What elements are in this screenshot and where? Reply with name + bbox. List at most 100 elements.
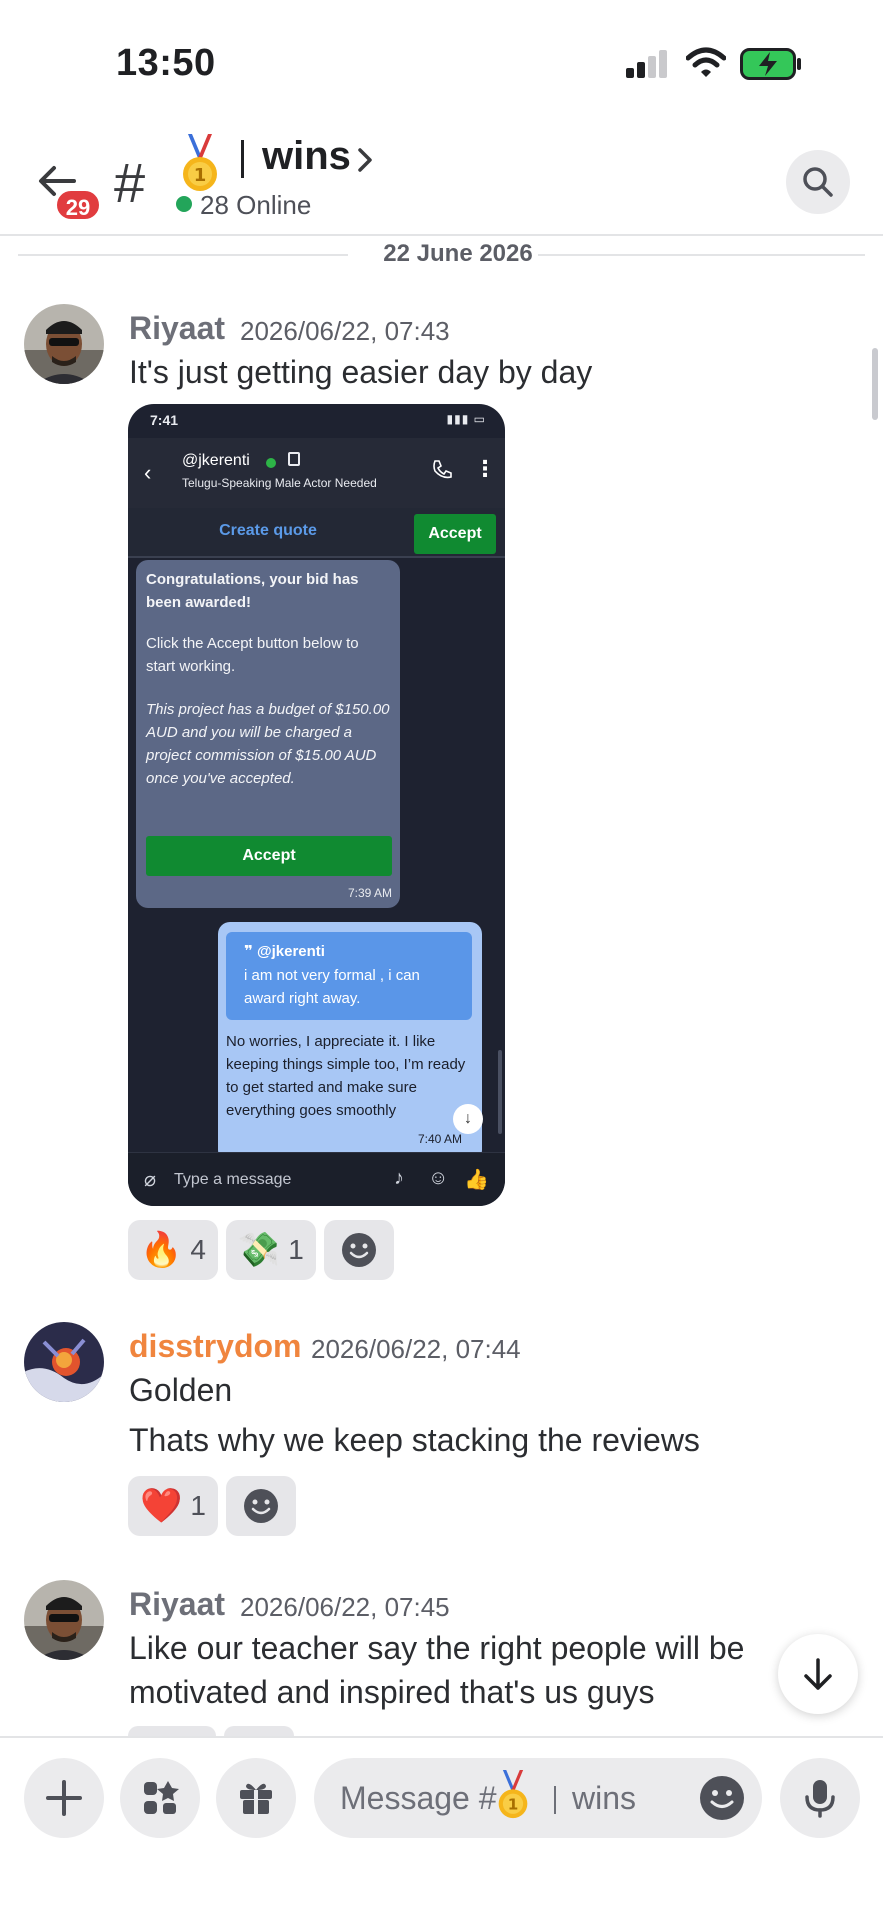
attachment-quote-text: i am not very formal , i can award right…	[244, 967, 420, 1007]
add-reaction-button[interactable]	[323, 1220, 394, 1280]
add-reaction-icon	[341, 1233, 376, 1267]
attachment-paperclip-icon: ⌀	[144, 1169, 157, 1191]
money-with-wings-icon: 💸	[237, 1231, 281, 1269]
online-status-dot	[176, 196, 192, 212]
attachment-accept-top: Accept	[414, 514, 496, 554]
reaction-count: 1	[288, 1234, 304, 1265]
search-icon	[803, 167, 833, 197]
attachment-status-time: 7:41	[150, 412, 179, 428]
svg-text:1: 1	[194, 165, 207, 186]
first-place-medal-icon: 1	[183, 134, 217, 191]
channel-header: 29 # 1 wins 28 Online	[0, 120, 883, 236]
message-timestamp: 2026/06/22, 07:44	[311, 1334, 521, 1364]
quote-mark-icon: ❞	[244, 943, 257, 960]
message-composer: Message # 1 wins	[0, 1736, 883, 1920]
jump-to-latest-button[interactable]	[778, 1634, 858, 1714]
image-attachment[interactable]: 7:41 ▮▮▮ ▭ ‹ @jkerenti Telugu-Speaking M…	[128, 404, 505, 1206]
attachment-status-icons: ▮▮▮ ▭	[446, 412, 486, 426]
attachment-scroll-down-icon: ↓	[453, 1104, 483, 1134]
placeholder-separator	[554, 1786, 556, 1814]
message-input[interactable]: Message # 1 wins	[314, 1758, 762, 1838]
attachment-more-icon: ⋮	[474, 456, 496, 481]
message-text: It's just getting easier day by day	[129, 354, 593, 390]
reaction-red-heart[interactable]: ❤️ 1	[128, 1476, 218, 1536]
emoji-picker-icon[interactable]	[700, 1776, 744, 1820]
message-timestamp: 2026/06/22, 07:43	[240, 316, 450, 346]
message-timestamp: 2026/06/22, 07:45	[240, 1592, 450, 1622]
first-place-medal-icon: 1	[498, 1770, 528, 1819]
attachment-username: @jkerenti	[182, 452, 250, 469]
attachment-online-dot	[264, 456, 278, 470]
battery-charging-icon	[740, 48, 801, 80]
date-divider: 22 June 2026	[18, 238, 865, 272]
message-author[interactable]: disstrydom	[129, 1328, 301, 1365]
add-reaction-icon	[243, 1489, 278, 1523]
message-text: Golden	[129, 1372, 233, 1408]
voice-message-button[interactable]	[780, 1758, 860, 1838]
channel-name-separator	[241, 140, 244, 178]
attachment-scrollbar	[498, 1050, 502, 1134]
wifi-icon	[686, 47, 726, 77]
add-reaction-button[interactable]	[225, 1476, 296, 1536]
gift-icon	[240, 1783, 272, 1814]
message-text: Like our teacher say the right people wi…	[129, 1630, 745, 1666]
message-author[interactable]: Riyaat	[129, 1586, 225, 1623]
attachment-award-body: Click the Accept button below to start w…	[146, 635, 359, 675]
arrow-down-icon	[804, 1658, 832, 1690]
message-text: Thats why we keep stacking the reviews	[129, 1422, 700, 1458]
status-bar: 13:50	[0, 0, 883, 120]
fire-icon: 🔥	[140, 1231, 183, 1269]
attachment-composer: ⌀ Type a message ♪ ☺ 👍	[128, 1152, 505, 1206]
attachment-project-title: Telugu-Speaking Male Actor Needed	[182, 476, 377, 490]
message-text: motivated and inspired that's us guys	[129, 1674, 655, 1710]
gift-button[interactable]	[216, 1758, 296, 1838]
online-count: 28 Online	[200, 190, 312, 220]
cellular-signal-icon	[626, 50, 670, 78]
message-input-channel: wins	[572, 1780, 637, 1816]
reaction-fire[interactable]: 🔥 4	[128, 1220, 218, 1280]
apps-icon	[144, 1781, 179, 1814]
status-time: 13:50	[116, 42, 216, 84]
unread-badge: 29	[54, 188, 102, 222]
channel-name[interactable]: wins	[262, 134, 351, 179]
attachment-award-terms: This project has a budget of $150.00 AUD…	[146, 701, 390, 787]
message-author[interactable]: Riyaat	[129, 310, 225, 347]
reaction-count: 1	[190, 1490, 206, 1521]
plus-icon	[46, 1780, 82, 1816]
apps-button[interactable]	[120, 1758, 200, 1838]
avatar[interactable]	[24, 1322, 104, 1402]
attachment-award-card: Congratulations, your bid has been award…	[136, 560, 400, 908]
attachment-quote-user: ❞ @jkerenti	[244, 940, 325, 963]
attachment-award-accept: Accept	[146, 836, 392, 876]
attachment-reply-bubble: ❞ @jkerenti i am not very formal , i can…	[218, 922, 482, 1162]
attach-button[interactable]	[24, 1758, 104, 1838]
avatar[interactable]	[24, 304, 104, 384]
attachment-back-icon: ‹	[144, 460, 152, 485]
text-channel-hash-icon: #	[114, 151, 146, 214]
attachment-reply-time: 7:40 AM	[417, 1132, 462, 1146]
search-button[interactable]	[786, 150, 850, 214]
avatar[interactable]	[24, 1580, 104, 1660]
reaction-money-with-wings[interactable]: 💸 1	[225, 1220, 316, 1280]
chevron-right-icon[interactable]	[356, 146, 374, 174]
scrollbar[interactable]	[872, 348, 878, 420]
attachment-award-time: 7:39 AM	[347, 886, 392, 900]
red-heart-icon: ❤️	[140, 1487, 183, 1525]
attachment-create-quote: Create quote	[219, 522, 317, 539]
attachment-quoted-message: ❞ @jkerenti i am not very formal , i can…	[226, 932, 472, 1020]
attachment-actions-bar: Create quote Accept	[128, 508, 505, 558]
message-input-placeholder: Message #	[340, 1780, 497, 1816]
svg-text:1: 1	[508, 1796, 519, 1814]
attachment-status-bar: 7:41 ▮▮▮ ▭	[150, 412, 490, 434]
attachment-phone-icon	[433, 460, 452, 479]
date-label: 22 June 2026	[383, 240, 533, 267]
attachment-type-placeholder: Type a message	[174, 1171, 292, 1188]
attachment-mic-icon: ♪	[394, 1167, 404, 1189]
attachment-emoji-icon: ☺	[428, 1167, 449, 1189]
reactions-row: ❤️ 1	[128, 1476, 296, 1536]
attachment-quote-username: @jkerenti	[256, 943, 325, 960]
attachment-award-title: Congratulations, your bid has been award…	[146, 571, 359, 611]
reactions-row: 🔥 4 💸 1	[128, 1220, 394, 1280]
attachment-copy-icon	[288, 452, 300, 466]
attachment-thumbs-up-icon: 👍	[464, 1169, 489, 1191]
